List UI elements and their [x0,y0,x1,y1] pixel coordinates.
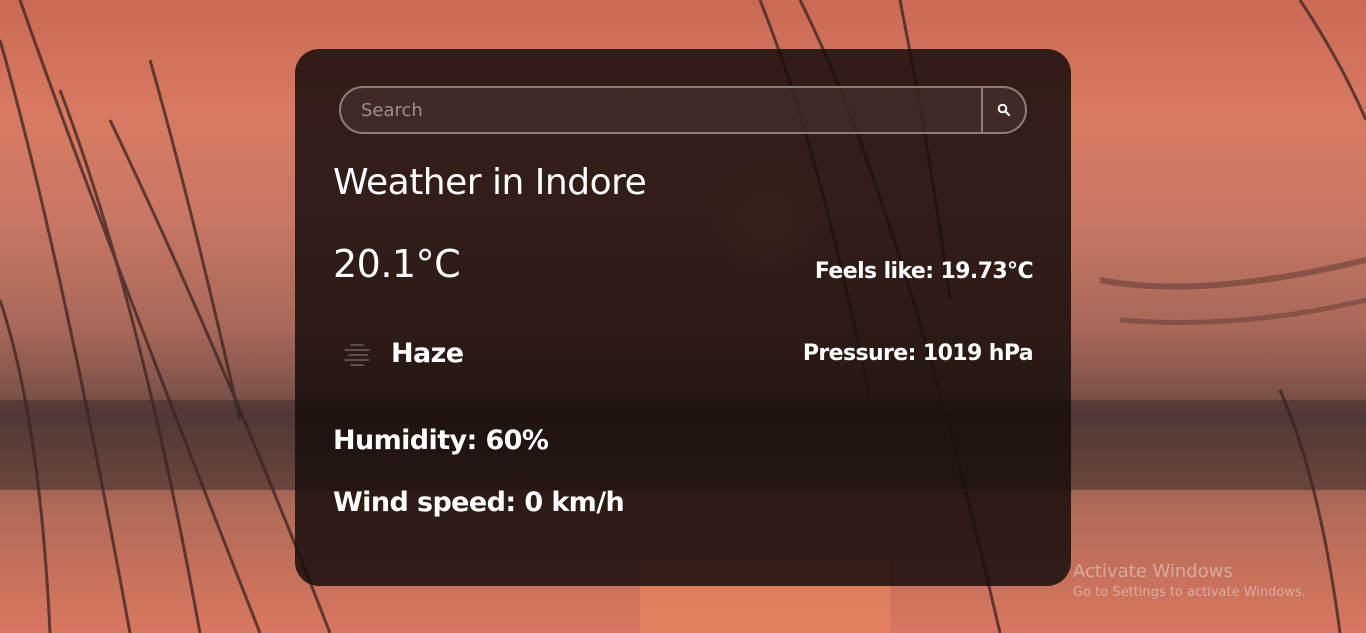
humidity: Humidity: 60% [333,425,549,456]
search-icon [997,103,1011,117]
watermark-title: Activate Windows [1073,561,1233,582]
search-bar [339,86,1027,134]
pressure: Pressure: 1019 hPa [802,341,1034,366]
haze-icon [344,344,370,366]
watermark-subtitle: Go to Settings to activate Windows. [1073,585,1306,600]
windows-activation-watermark: Activate Windows Go to Settings to activ… [1073,561,1306,603]
weather-card: Weather in Indore 20.1°C Feels like: 19.… [295,49,1071,586]
condition-text: Haze [391,338,464,369]
feels-like: Feels like: 19.73°C [814,259,1034,284]
city-title: Weather in Indore [333,162,647,203]
wind-speed: Wind speed: 0 km/h [333,487,625,518]
search-input[interactable] [341,88,983,132]
search-button[interactable] [981,88,1025,132]
temperature: 20.1°C [333,242,461,286]
